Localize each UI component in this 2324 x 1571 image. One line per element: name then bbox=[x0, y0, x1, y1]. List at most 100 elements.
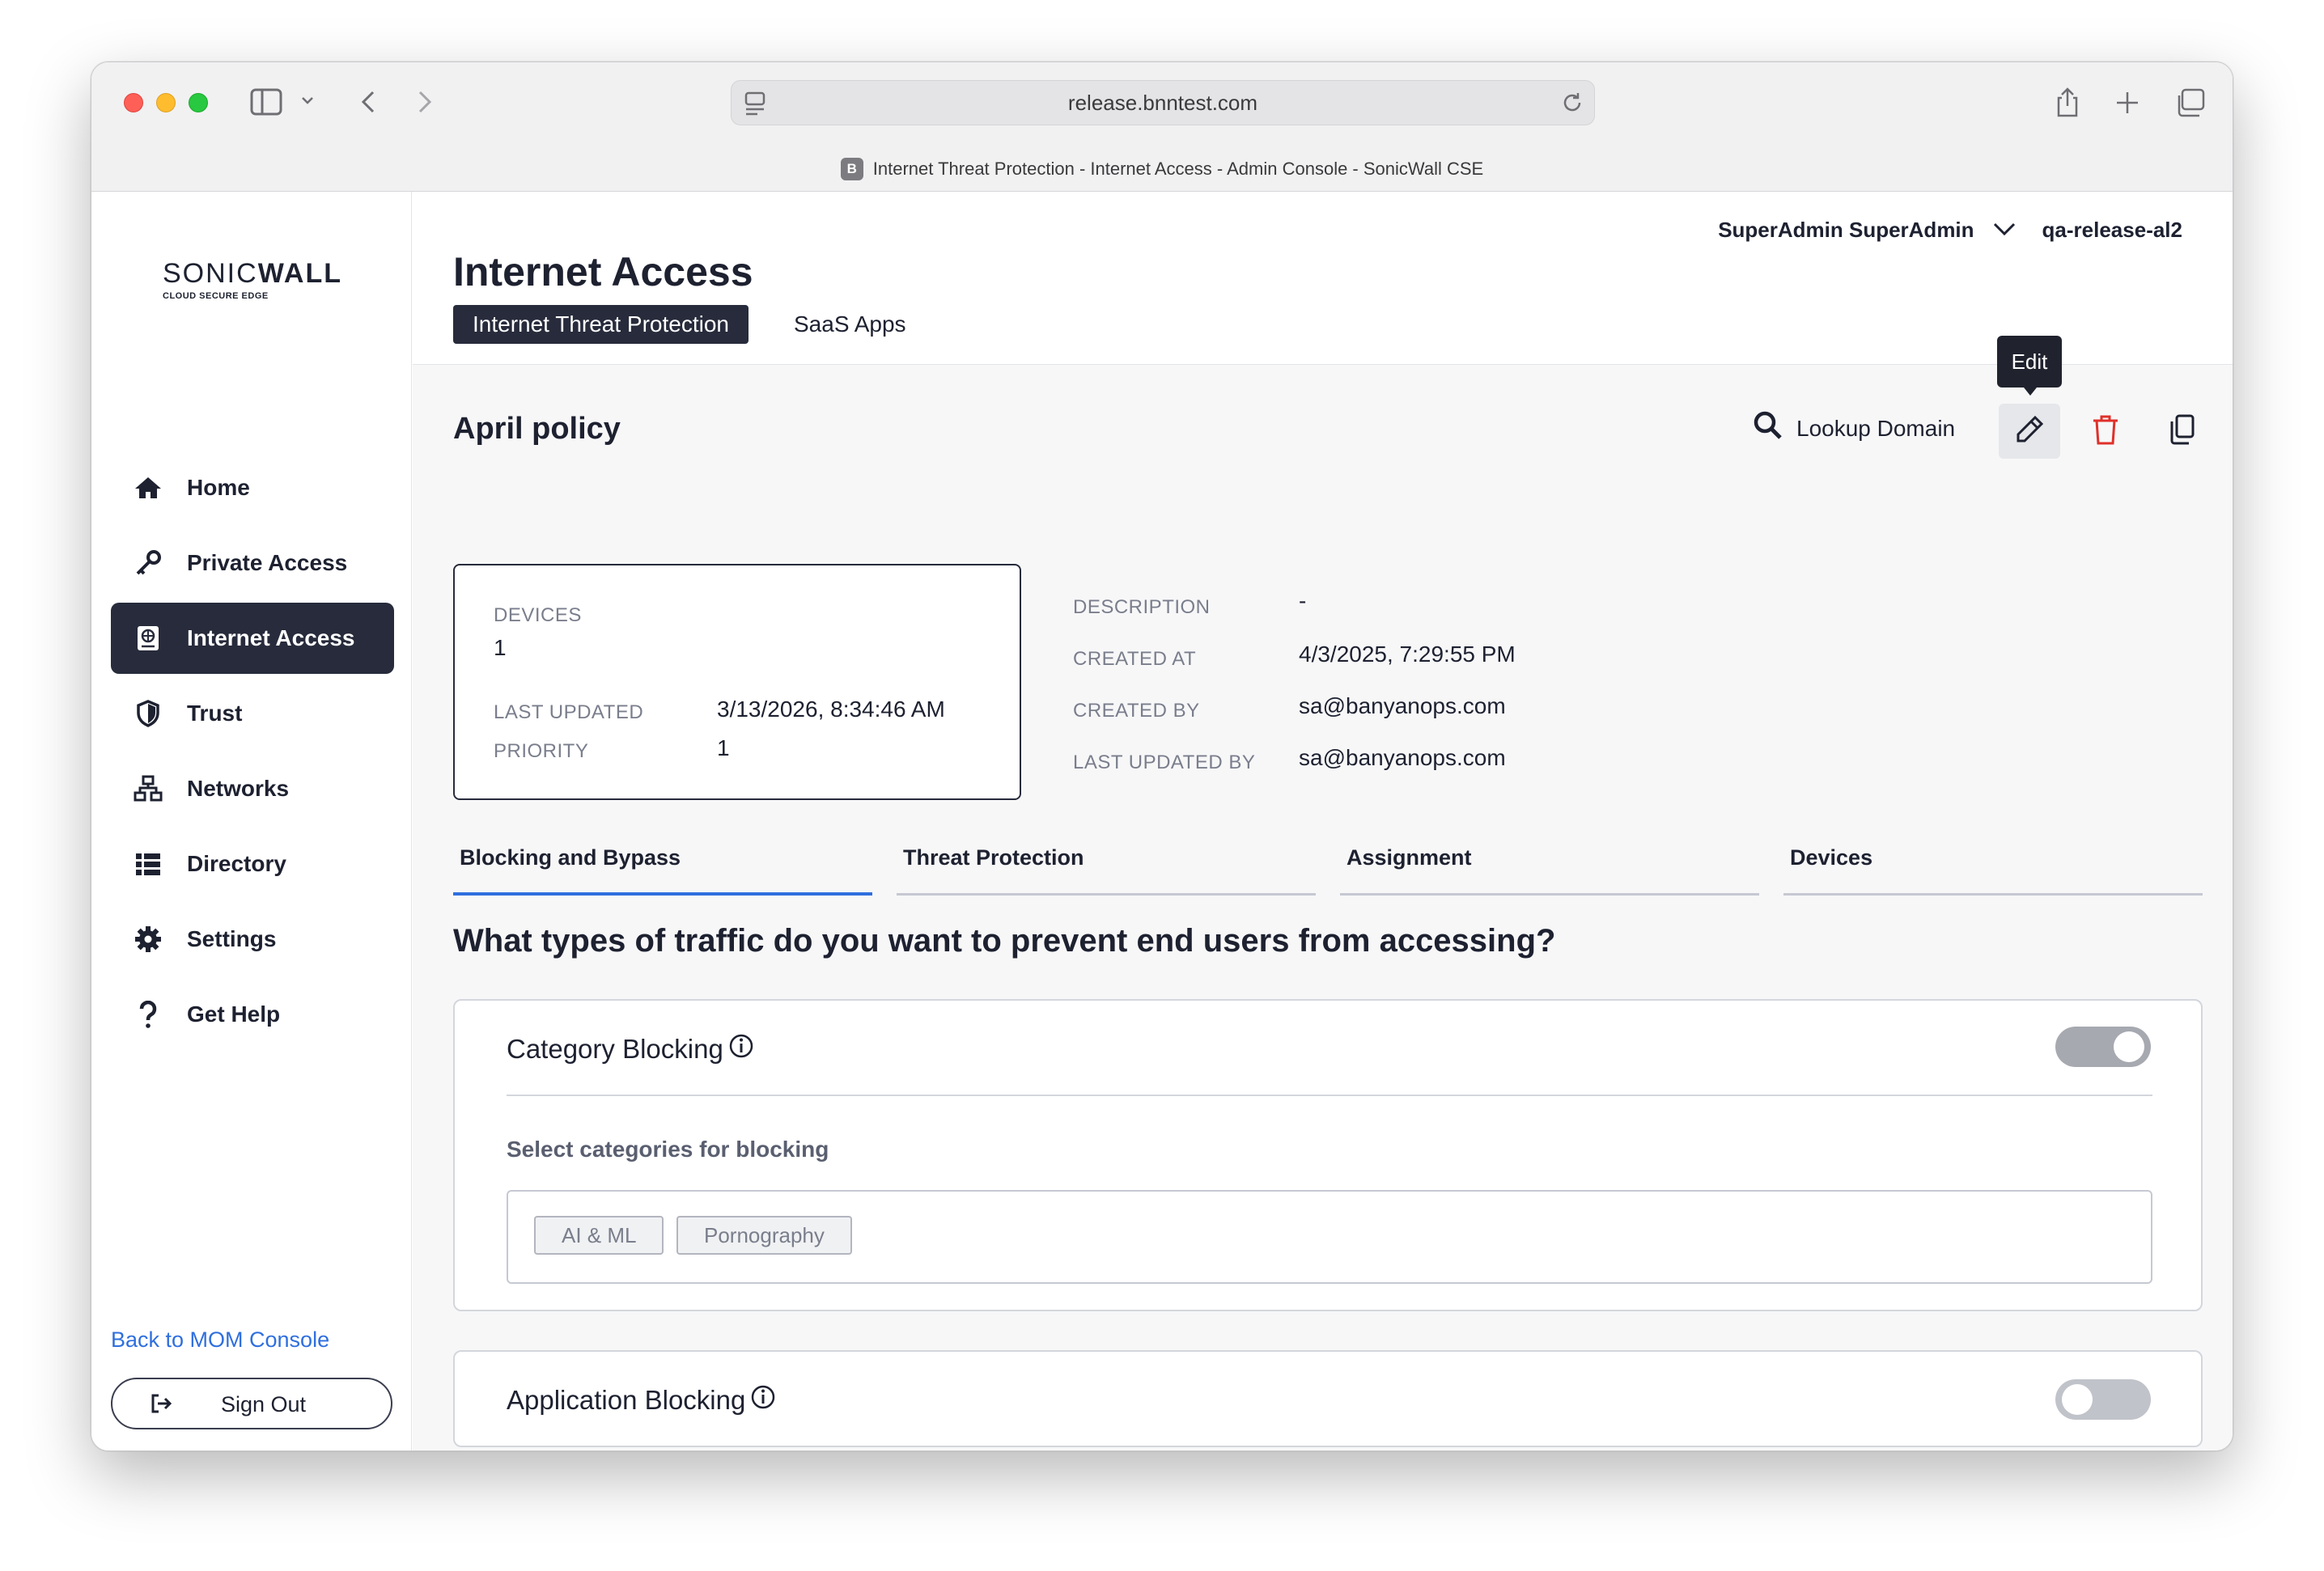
tab-title[interactable]: B Internet Threat Protection - Internet … bbox=[91, 158, 2233, 180]
page-menu-icon[interactable] bbox=[743, 91, 767, 122]
sidebar-item-networks[interactable]: Networks bbox=[111, 753, 394, 824]
application-blocking-toggle[interactable] bbox=[2055, 1379, 2151, 1420]
category-chip[interactable]: AI & ML bbox=[534, 1216, 664, 1255]
sidebar: SONICWALL CLOUD SECURE EDGE Home Private… bbox=[91, 192, 412, 1450]
lookup-domain-label: Lookup Domain bbox=[1796, 415, 1956, 441]
search-icon bbox=[1753, 410, 1783, 447]
tab-title-text: Internet Threat Protection - Internet Ac… bbox=[872, 159, 1484, 179]
maximize-window-button[interactable] bbox=[189, 93, 208, 112]
info-icon[interactable] bbox=[728, 1033, 754, 1065]
copy-icon bbox=[2167, 413, 2196, 450]
tab-internet-threat-protection[interactable]: Internet Threat Protection bbox=[453, 305, 749, 344]
logo-text-main: SONIC bbox=[163, 258, 258, 289]
application-blocking-title-text: Application Blocking bbox=[507, 1385, 746, 1415]
policy-name: April policy bbox=[453, 412, 621, 446]
edit-tooltip: Edit bbox=[1997, 336, 2062, 396]
sidebar-item-label: Private Access bbox=[187, 550, 348, 575]
select-categories-label: Select categories for blocking bbox=[507, 1137, 829, 1162]
forward-arrow-icon[interactable] bbox=[415, 88, 435, 116]
user-menu[interactable]: SuperAdmin SuperAdmin qa-release-al2 bbox=[1718, 218, 2182, 243]
edit-button[interactable] bbox=[1999, 404, 2060, 459]
category-blocking-title: Category Blocking bbox=[507, 1033, 754, 1065]
back-to-mom-console-link[interactable]: Back to MOM Console bbox=[111, 1328, 329, 1353]
org-name: qa-release-al2 bbox=[2042, 218, 2182, 242]
sidebar-item-label: Directory bbox=[187, 851, 286, 876]
minimize-window-button[interactable] bbox=[156, 93, 176, 112]
back-arrow-icon[interactable] bbox=[358, 88, 378, 116]
key-icon bbox=[134, 548, 163, 578]
sidebar-nav: Home Private Access Internet Access Trus… bbox=[111, 452, 394, 1054]
chevron-down-icon[interactable] bbox=[1992, 218, 2017, 243]
gear-icon bbox=[134, 925, 163, 954]
application-blocking-title: Application Blocking bbox=[507, 1384, 776, 1416]
browser-window: release.bnntest.com B Internet Threat Pr… bbox=[91, 61, 2233, 1451]
close-window-button[interactable] bbox=[124, 93, 143, 112]
toggle-knob bbox=[2062, 1384, 2093, 1415]
sidebar-item-settings[interactable]: Settings bbox=[111, 904, 394, 975]
favicon-icon: B bbox=[840, 158, 863, 180]
lookup-domain-button[interactable]: Lookup Domain bbox=[1753, 410, 1955, 447]
policy-stats-card: DEVICES 1 LAST UPDATED 3/13/2026, 8:34:4… bbox=[453, 564, 1021, 800]
sonicwall-logo: SONICWALL CLOUD SECURE EDGE bbox=[163, 258, 342, 301]
category-blocking-toggle[interactable] bbox=[2055, 1027, 2151, 1067]
page-header: SuperAdmin SuperAdmin qa-release-al2 Int… bbox=[413, 192, 2233, 365]
tab-devices[interactable]: Devices bbox=[1783, 831, 2203, 896]
question-icon bbox=[134, 1000, 163, 1029]
sidebar-item-home[interactable]: Home bbox=[111, 452, 394, 523]
sidebar-item-trust[interactable]: Trust bbox=[111, 678, 394, 749]
sign-out-button[interactable]: Sign Out bbox=[111, 1378, 392, 1429]
last-updated-label: LAST UPDATED bbox=[494, 701, 644, 723]
tab-saas-apps[interactable]: SaaS Apps bbox=[774, 305, 926, 344]
category-chip[interactable]: Pornography bbox=[676, 1216, 852, 1255]
globe-icon bbox=[134, 624, 163, 653]
subtabs: Internet Threat Protection SaaS Apps bbox=[453, 305, 926, 344]
tab-blocking-and-bypass[interactable]: Blocking and Bypass bbox=[453, 831, 872, 896]
sidebar-item-label: Get Help bbox=[187, 1001, 281, 1027]
trash-icon bbox=[2091, 413, 2120, 450]
reload-icon[interactable] bbox=[1560, 91, 1584, 121]
refresh-button[interactable] bbox=[2227, 404, 2233, 459]
delete-button[interactable] bbox=[2075, 404, 2136, 459]
sidebar-item-internet-access[interactable]: Internet Access bbox=[111, 603, 394, 674]
priority-label: PRIORITY bbox=[494, 740, 589, 762]
sidebar-toggle-icon[interactable] bbox=[250, 88, 282, 116]
page-title: Internet Access bbox=[453, 249, 753, 294]
category-blocking-title-text: Category Blocking bbox=[507, 1034, 723, 1064]
home-icon bbox=[134, 473, 163, 502]
created-at-value: 4/3/2025, 7:29:55 PM bbox=[1299, 642, 1516, 667]
sidebar-item-private-access[interactable]: Private Access bbox=[111, 527, 394, 599]
url-text: release.bnntest.com bbox=[1067, 90, 1258, 115]
devices-label: DEVICES bbox=[494, 604, 582, 626]
pencil-icon bbox=[2013, 413, 2046, 450]
chevron-down-icon[interactable] bbox=[300, 95, 315, 106]
panel-divider bbox=[507, 1095, 2152, 1096]
tab-overview-icon[interactable] bbox=[2174, 88, 2205, 117]
sign-out-icon bbox=[150, 1392, 172, 1421]
created-by-label: CREATED BY bbox=[1073, 700, 1200, 722]
application-blocking-panel: Application Blocking bbox=[453, 1350, 2203, 1447]
address-bar[interactable]: release.bnntest.com bbox=[731, 80, 1595, 125]
tab-assignment[interactable]: Assignment bbox=[1340, 831, 1759, 896]
logo-text-bold: WALL bbox=[257, 258, 342, 289]
shield-icon bbox=[134, 699, 163, 728]
logo-subtitle: CLOUD SECURE EDGE bbox=[163, 291, 269, 301]
categories-select[interactable]: AI & ML Pornography bbox=[507, 1190, 2152, 1284]
description-label: DESCRIPTION bbox=[1073, 596, 1211, 618]
info-icon[interactable] bbox=[750, 1384, 776, 1416]
list-icon bbox=[134, 849, 163, 879]
toggle-knob bbox=[2114, 1031, 2144, 1062]
category-blocking-panel: Category Blocking Select categories for … bbox=[453, 999, 2203, 1311]
share-icon[interactable] bbox=[2055, 87, 2080, 119]
policy-tabs: Blocking and Bypass Threat Protection As… bbox=[453, 831, 2217, 896]
sidebar-item-directory[interactable]: Directory bbox=[111, 828, 394, 900]
created-by-value: sa@banyanops.com bbox=[1299, 693, 1506, 718]
user-name: SuperAdmin SuperAdmin bbox=[1718, 218, 1974, 242]
duplicate-button[interactable] bbox=[2151, 404, 2212, 459]
description-value: - bbox=[1299, 588, 1307, 613]
tab-threat-protection[interactable]: Threat Protection bbox=[897, 831, 1316, 896]
sidebar-item-label: Networks bbox=[187, 776, 290, 801]
last-updated-value: 3/13/2026, 8:34:46 AM bbox=[717, 697, 945, 722]
sidebar-item-label: Internet Access bbox=[187, 625, 355, 650]
new-tab-icon[interactable] bbox=[2114, 90, 2140, 116]
sidebar-item-get-help[interactable]: Get Help bbox=[111, 979, 394, 1050]
